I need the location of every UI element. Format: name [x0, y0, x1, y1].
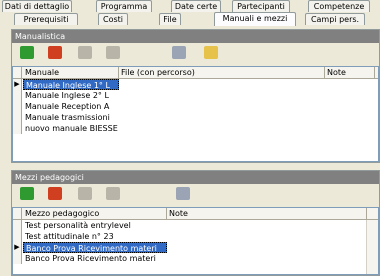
delete-icon[interactable]: [48, 187, 62, 200]
row-indicator-header: [13, 67, 22, 79]
mezzi-panel: Mezzi pedagogici Mezzo pedagogico Note T…: [11, 170, 380, 276]
user-icon[interactable]: [78, 46, 92, 59]
table-row[interactable]: Test personalità entrylevel: [13, 220, 378, 231]
grid-header: Manuale File (con percorso) Note: [13, 67, 378, 79]
mezzi-toolbar: [12, 184, 379, 204]
table-row[interactable]: Manuale Reception A: [13, 101, 378, 112]
col-mezzo-pedagogico[interactable]: Mezzo pedagogico: [23, 208, 167, 220]
add-icon[interactable]: [20, 46, 34, 59]
user-alt-icon[interactable]: [106, 187, 120, 200]
table-row[interactable]: ▶ Banco Prova Ricevimento materi: [13, 242, 378, 253]
tab-prerequisiti[interactable]: Prerequisiti: [14, 13, 78, 25]
row-indicator: [13, 231, 22, 242]
tab-costi[interactable]: Costi: [98, 13, 128, 25]
mezzo-cell[interactable]: Banco Prova Ricevimento materi: [23, 253, 167, 264]
manualistica-header: Manualistica: [12, 30, 379, 43]
add-icon[interactable]: [20, 187, 34, 200]
manualistica-panel: Manualistica Manuale File (con percorso)…: [11, 29, 380, 163]
row-indicator: [13, 220, 22, 231]
row-indicator: [13, 90, 22, 101]
manuale-cell[interactable]: nuovo manuale BIESSE: [23, 123, 119, 134]
manuale-cell[interactable]: Manuale trasmissioni: [23, 112, 119, 123]
tab-date-certe[interactable]: Date certe: [171, 0, 221, 12]
mezzo-cell[interactable]: Test attitudinale n° 23: [23, 231, 167, 242]
col-note[interactable]: Note: [167, 208, 367, 220]
mezzi-grid[interactable]: Mezzo pedagogico Note Test personalità e…: [12, 207, 379, 275]
tab-partecipanti[interactable]: Partecipanti: [232, 0, 290, 12]
grid-header: Mezzo pedagogico Note: [13, 208, 378, 220]
table-row[interactable]: nuovo manuale BIESSE: [13, 123, 378, 134]
delete-icon[interactable]: [48, 46, 62, 59]
tab-programma[interactable]: Programma: [96, 0, 152, 12]
tab-manuali-e-mezzi[interactable]: Manuali e mezzi: [214, 12, 296, 26]
folder-open-icon[interactable]: [204, 46, 218, 59]
col-file[interactable]: File (con percorso): [119, 67, 325, 79]
row-indicator: [13, 123, 22, 134]
grid-icon[interactable]: [176, 187, 190, 200]
col-manuale[interactable]: Manuale: [23, 67, 119, 79]
tab-file[interactable]: File: [159, 13, 181, 25]
user-icon[interactable]: [78, 187, 92, 200]
manualistica-grid[interactable]: Manuale File (con percorso) Note ▶ Manua…: [12, 66, 379, 162]
vertical-scrollbar[interactable]: [366, 220, 378, 274]
row-pointer-icon: ▶: [13, 242, 22, 253]
manualistica-toolbar: [12, 43, 379, 63]
table-row[interactable]: ▶ Manuale Inglese 1° L: [13, 79, 378, 90]
row-indicator-header: [13, 208, 22, 220]
mezzo-cell[interactable]: Banco Prova Ricevimento materi: [23, 242, 167, 253]
table-row[interactable]: Manuale trasmissioni: [13, 112, 378, 123]
row-indicator: [13, 101, 22, 112]
grid-icon[interactable]: [172, 46, 186, 59]
row-pointer-icon: ▶: [13, 79, 22, 90]
user-alt-icon[interactable]: [106, 46, 120, 59]
table-row[interactable]: Test attitudinale n° 23: [13, 231, 378, 242]
mezzo-cell[interactable]: Test personalità entrylevel: [23, 220, 167, 231]
table-row[interactable]: Banco Prova Ricevimento materi: [13, 253, 378, 264]
table-row[interactable]: Manuale Inglese 2° L: [13, 90, 378, 101]
row-indicator: [13, 253, 22, 264]
mezzi-header: Mezzi pedagogici: [12, 171, 379, 184]
manuale-cell[interactable]: Manuale Inglese 2° L: [23, 90, 119, 101]
col-note[interactable]: Note: [325, 67, 375, 79]
manuale-cell[interactable]: Manuale Reception A: [23, 101, 119, 112]
row-indicator: [13, 112, 22, 123]
tab-competenze[interactable]: Competenze: [308, 0, 370, 12]
tab-campi-pers[interactable]: Campi pers.: [305, 13, 365, 25]
manuale-cell[interactable]: Manuale Inglese 1° L: [23, 79, 119, 90]
tab-dati-di-dettaglio[interactable]: Dati di dettaglio: [2, 0, 72, 12]
